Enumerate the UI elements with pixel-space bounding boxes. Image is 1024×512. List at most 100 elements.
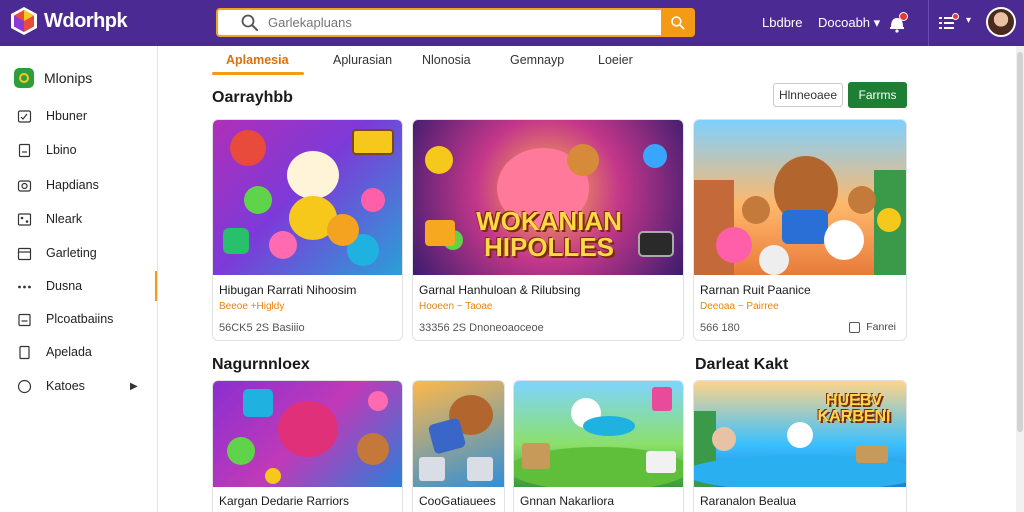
game-thumbnail (694, 120, 906, 275)
brand[interactable]: Wdorhpk (10, 6, 128, 36)
search-icon (241, 14, 258, 31)
sidebar-item-label: Dusna (46, 279, 83, 293)
sidebar-item-label: Plcoatbaiins (46, 312, 114, 326)
card-meta: Deeoaa ~ Pairree (700, 301, 779, 312)
sidebar-item-6[interactable]: Dusna (0, 271, 157, 301)
game-thumbnail (213, 120, 402, 275)
game-wordmark: WOKANIAN HIPOLLES (453, 208, 645, 260)
nav-link-browse[interactable]: Lbdbre (762, 15, 802, 30)
game-thumbnail (413, 381, 504, 487)
wordmark-line: WOKANIAN (476, 206, 622, 236)
sidebar-item-7[interactable]: Plcoatbaiins (0, 304, 157, 334)
card-title: Rarnan Ruit Paanice (700, 283, 811, 297)
game-card[interactable]: Rarnan Ruit Paanice Deeoaa ~ Pairree 566… (693, 119, 907, 341)
tab-2[interactable]: Aplurasian (333, 53, 392, 67)
game-art (419, 395, 493, 481)
section-title-new: Nagurnnloex (212, 356, 310, 373)
notification-badge (899, 12, 908, 21)
game-art (223, 129, 394, 266)
tab-1[interactable]: Aplamesia (226, 53, 289, 67)
game-thumbnail (213, 381, 402, 487)
section-title-hot: Darleat Kakt (695, 356, 789, 373)
sidebar-item-5[interactable]: Garleting (0, 238, 157, 268)
chevron-down-icon[interactable]: ▾ (966, 15, 971, 26)
brand-name: Wdorhpk (44, 9, 128, 32)
card-meta: Beeoe +Higldy (219, 301, 285, 312)
wordmark-line: HUEBV (825, 392, 882, 409)
image-edit-icon (17, 109, 32, 123)
brand-logo-icon (11, 7, 37, 35)
sidebar: Mlonips Hbuner Lbino Hapdians Nleark Gar… (0, 46, 158, 512)
card-stats: 33356 2S Dnoneoaoceoe (419, 322, 544, 334)
active-tab-indicator (212, 72, 304, 75)
game-thumbnail (514, 381, 683, 487)
card-title: CooGatiauees (419, 494, 496, 508)
game-card[interactable]: Kargan Dedarie Rarriors (212, 380, 403, 512)
game-card[interactable]: Gnnan Nakarliora (513, 380, 684, 512)
search-button[interactable] (661, 8, 695, 37)
header-divider (928, 0, 929, 46)
tab-4[interactable]: Gemnayp (510, 53, 564, 67)
camera-icon (17, 179, 32, 192)
sidebar-item-3[interactable]: Hapdians (0, 170, 157, 200)
search-button-icon (671, 15, 685, 29)
game-thumbnail: HUEBV KARBENI (694, 381, 906, 487)
card-stats: 56CK5 2S Basiiio (219, 322, 305, 334)
tab-3[interactable]: Nlonosia (422, 53, 471, 67)
list-badge (952, 13, 959, 20)
page-icon (19, 345, 30, 359)
game-card[interactable]: WOKANIAN HIPOLLES Garnal Hanhuloan & Ril… (412, 119, 684, 341)
sidebar-item-label: Lbino (46, 143, 77, 157)
dots-icon (18, 285, 31, 288)
nav-link-discover-label: Docoabh (818, 15, 871, 30)
chevron-right-icon[interactable]: ▶ (130, 381, 138, 392)
avatar[interactable] (986, 7, 1016, 37)
game-card[interactable]: HUEBV KARBENI Raranalon Bealua (693, 380, 907, 512)
sidebar-item-2[interactable]: Lbino (0, 135, 157, 165)
sidebar-item-label: Katoes (46, 379, 85, 393)
sidebar-item-4[interactable]: Nleark (0, 204, 157, 234)
card-title: Garnal Hanhuloan & Rilubsing (419, 283, 581, 297)
scrollbar[interactable] (1016, 46, 1024, 512)
network-icon (17, 212, 32, 226)
section-title-featured: Oarrayhbb (212, 89, 293, 106)
secondary-button[interactable]: Hlnneoaee (773, 83, 843, 107)
card-title: Kargan Dedarie Rarriors (219, 494, 350, 508)
calendar-icon (17, 247, 32, 260)
scrollbar-thumb[interactable] (1017, 52, 1023, 432)
top-bar: Wdorhpk Lbdbre Docoabh ▾ ▾ (0, 0, 1024, 46)
sidebar-item-label: Hapdians (46, 178, 99, 192)
sidebar-item-1[interactable]: Hbuner (0, 101, 157, 131)
game-art (227, 389, 389, 484)
card-title: Hibugan Rarrati Nihoosim (219, 283, 357, 297)
game-wordmark: HUEBV KARBENI (802, 393, 906, 425)
search-bar[interactable] (216, 8, 695, 37)
game-art (694, 156, 906, 275)
game-art (514, 387, 683, 487)
card-extra[interactable]: Fanrei (849, 321, 896, 333)
sidebar-item-label: Hbuner (46, 109, 87, 123)
card-stats: 566 180 (700, 322, 740, 334)
card-meta: Hooeen ~ Taoae (419, 301, 493, 312)
wordmark-line: HIPOLLES (483, 232, 614, 262)
nav-link-discover[interactable]: Docoabh ▾ (818, 15, 880, 31)
clipboard-icon (18, 313, 31, 326)
primary-button[interactable]: Farrms (848, 82, 907, 108)
circle-icon (17, 379, 32, 393)
sidebar-item-label: Garleting (46, 246, 97, 260)
sidebar-item-label: Apelada (46, 345, 92, 359)
card-title: Gnnan Nakarliora (520, 494, 615, 508)
game-card[interactable]: CooGatiauees (412, 380, 505, 512)
search-input[interactable] (268, 15, 648, 30)
game-thumbnail: WOKANIAN HIPOLLES (413, 120, 683, 275)
sidebar-logo-icon (14, 68, 34, 88)
sidebar-title: Mlonips (44, 70, 93, 86)
sidebar-item-label: Nleark (46, 212, 83, 226)
wordmark-line: KARBENI (817, 408, 891, 425)
card-extra-label: Fanrei (866, 321, 896, 333)
sidebar-item-8[interactable]: Apelada (0, 337, 157, 367)
tab-5[interactable]: Loeier (598, 53, 633, 67)
game-card[interactable]: Hibugan Rarrati Nihoosim Beeoe +Higldy 5… (212, 119, 403, 341)
sidebar-header[interactable]: Mlonips (14, 68, 92, 88)
sidebar-item-9[interactable]: Katoes ▶ (0, 371, 157, 401)
